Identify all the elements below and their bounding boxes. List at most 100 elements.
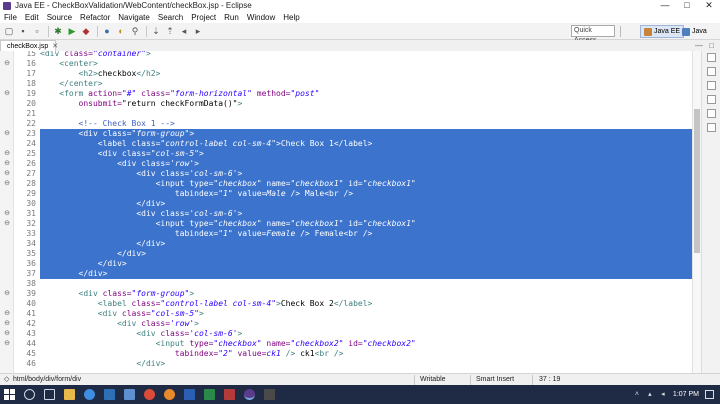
menu-project[interactable]: Project	[191, 13, 216, 22]
firefox-icon[interactable]	[164, 389, 175, 400]
fold-toggle-icon[interactable]: ⊖	[3, 329, 11, 339]
task-list-icon[interactable]	[707, 67, 716, 76]
code-line[interactable]: ⊖ 31 <div class='col-sm-6'>	[0, 209, 692, 219]
menu-help[interactable]: Help	[283, 13, 299, 22]
console-icon[interactable]	[707, 95, 716, 104]
minimize-button[interactable]: —	[654, 0, 676, 11]
code-line[interactable]: ⊖ 26 <div class='row'>	[0, 159, 692, 169]
eclipse-taskbar-icon[interactable]	[244, 389, 255, 400]
fold-toggle-icon[interactable]: ⊖	[3, 89, 11, 99]
media-player-icon[interactable]	[224, 389, 235, 400]
menu-refactor[interactable]: Refactor	[80, 13, 110, 22]
new-icon[interactable]: ▢	[3, 25, 15, 37]
next-annotation-icon[interactable]: ⇣	[150, 25, 162, 37]
code-line[interactable]: ⊖ 27 <div class='col-sm-6'>	[0, 169, 692, 179]
network-icon[interactable]: ▴	[646, 391, 654, 399]
back-icon[interactable]: ◂	[178, 25, 190, 37]
code-line[interactable]: ⊖ 23 <div class="form-group">	[0, 129, 692, 139]
code-line[interactable]: ⊖ 43 <div class='col-sm-6'>	[0, 329, 692, 339]
code-line[interactable]: 38	[0, 279, 692, 289]
code-line[interactable]: 30 </div>	[0, 199, 692, 209]
fold-toggle-icon[interactable]: ⊖	[3, 289, 11, 299]
outline-icon[interactable]	[707, 53, 716, 62]
task-view-icon[interactable]	[44, 389, 55, 400]
code-line[interactable]: ⊖ 41 <div class="col-sm-5">	[0, 309, 692, 319]
close-button[interactable]: ✕	[698, 0, 720, 11]
code-editor[interactable]: 15 <div class="container"> ⊖ 16 <center> 17 …	[0, 51, 720, 373]
external-tools-icon[interactable]: ◆	[80, 25, 92, 37]
code-line[interactable]: 46 </div>	[0, 359, 692, 369]
code-line[interactable]: ⊖ 32 <input type="checkbox" name="checkbo…	[0, 219, 692, 229]
code-line[interactable]: 18 </center>	[0, 79, 692, 89]
fold-toggle-icon[interactable]: ⊖	[3, 319, 11, 329]
open-type-icon[interactable]: ◐	[115, 25, 127, 37]
code-line[interactable]: 24 <label class="control-label col-sm-4"…	[0, 139, 692, 149]
code-line[interactable]: 20 onsubmit="return checkFormData()">	[0, 99, 692, 109]
editor-window-controls[interactable]: — □	[695, 40, 716, 51]
fold-toggle-icon[interactable]: ⊖	[3, 209, 11, 219]
excel-icon[interactable]	[204, 389, 215, 400]
editor-tab-checkbox-jsp[interactable]: checkBox.jsp ✕	[0, 40, 58, 51]
code-line[interactable]: 17 <h2>checkbox</h2>	[0, 69, 692, 79]
code-line[interactable]: ⊖ 25 <div class="col-sm-5">	[0, 149, 692, 159]
word-icon[interactable]	[184, 389, 195, 400]
new-java-class-icon[interactable]: ●	[101, 25, 113, 37]
menu-edit[interactable]: Edit	[25, 13, 39, 22]
code-line[interactable]: 21	[0, 109, 692, 119]
fold-toggle-icon[interactable]: ⊖	[3, 179, 11, 189]
perspective-java[interactable]: Java	[679, 25, 710, 38]
notification-icon[interactable]	[705, 390, 714, 399]
code-line[interactable]: ⊖ 42 <div class='row'>	[0, 319, 692, 329]
menu-run[interactable]: Run	[224, 13, 239, 22]
volume-icon[interactable]: ◂	[659, 391, 667, 399]
menu-navigate[interactable]: Navigate	[118, 13, 150, 22]
recorder-icon[interactable]	[264, 389, 275, 400]
maximize-button[interactable]: □	[676, 0, 698, 11]
code-line[interactable]: ⊖ 16 <center>	[0, 59, 692, 69]
code-line[interactable]: 15 <div class="container">	[0, 51, 692, 59]
previous-annotation-icon[interactable]: ⇡	[164, 25, 176, 37]
forward-icon[interactable]: ▸	[192, 25, 204, 37]
browser-icon[interactable]	[84, 389, 95, 400]
menu-search[interactable]: Search	[158, 13, 183, 22]
chrome-icon[interactable]	[144, 389, 155, 400]
fold-toggle-icon[interactable]: ⊖	[3, 159, 11, 169]
run-icon[interactable]: ▶	[66, 25, 78, 37]
code-line[interactable]: 33 tabindex="1" value=Female /> Female<b…	[0, 229, 692, 239]
perspective-java-ee[interactable]: Java EE	[640, 25, 685, 38]
store-icon[interactable]	[104, 389, 115, 400]
menu-source[interactable]: Source	[47, 13, 72, 22]
code-line[interactable]: 37 </div>	[0, 269, 692, 279]
fold-toggle-icon[interactable]: ⊖	[3, 59, 11, 69]
windows-start-icon[interactable]	[4, 389, 15, 400]
code-line[interactable]: ⊖ 39 <div class="form-group">	[0, 289, 692, 299]
code-line[interactable]: ⊖ 44 <input type="checkbox" name="checkbo…	[0, 339, 692, 349]
tray-up-arrow-icon[interactable]: ˄	[633, 391, 641, 399]
scrollbar-thumb[interactable]	[694, 109, 700, 253]
debug-icon[interactable]: ✱	[52, 25, 64, 37]
fold-toggle-icon[interactable]: ⊖	[3, 339, 11, 349]
save-icon[interactable]: ▪	[17, 25, 29, 37]
code-line[interactable]: 35 </div>	[0, 249, 692, 259]
code-line[interactable]: 36 </div>	[0, 259, 692, 269]
menu-window[interactable]: Window	[247, 13, 275, 22]
code-line[interactable]: 29 tabindex="1" value=Male /> Male<br />	[0, 189, 692, 199]
code-line[interactable]: 22 <!-- Check Box 1 -->	[0, 119, 692, 129]
code-line[interactable]: ⊖ 19 <form action="#" class="form-horizon…	[0, 89, 692, 99]
code-line[interactable]: ⊖ 28 <input type="checkbox" name="checkbo…	[0, 179, 692, 189]
file-explorer-icon[interactable]	[64, 389, 75, 400]
mail-icon[interactable]	[124, 389, 135, 400]
servers-icon[interactable]	[707, 123, 716, 132]
quick-access-input[interactable]: Quick Access	[571, 25, 615, 44]
search-taskbar-icon[interactable]	[24, 389, 35, 400]
code-line[interactable]: 45 tabindex="2" value=ck1 /> ck1<br />	[0, 349, 692, 359]
problems-icon[interactable]	[707, 81, 716, 90]
code-line[interactable]: 34 </div>	[0, 239, 692, 249]
fold-toggle-icon[interactable]: ⊖	[3, 219, 11, 229]
vertical-scrollbar[interactable]	[692, 51, 701, 373]
code-line[interactable]: 40 <label class="control-label col-sm-4"…	[0, 299, 692, 309]
search-icon[interactable]: ⚲	[129, 25, 141, 37]
save-all-icon[interactable]: ▫	[31, 25, 43, 37]
taskbar-clock[interactable]: 1:07 PM	[673, 391, 699, 398]
palette-icon[interactable]	[707, 109, 716, 118]
